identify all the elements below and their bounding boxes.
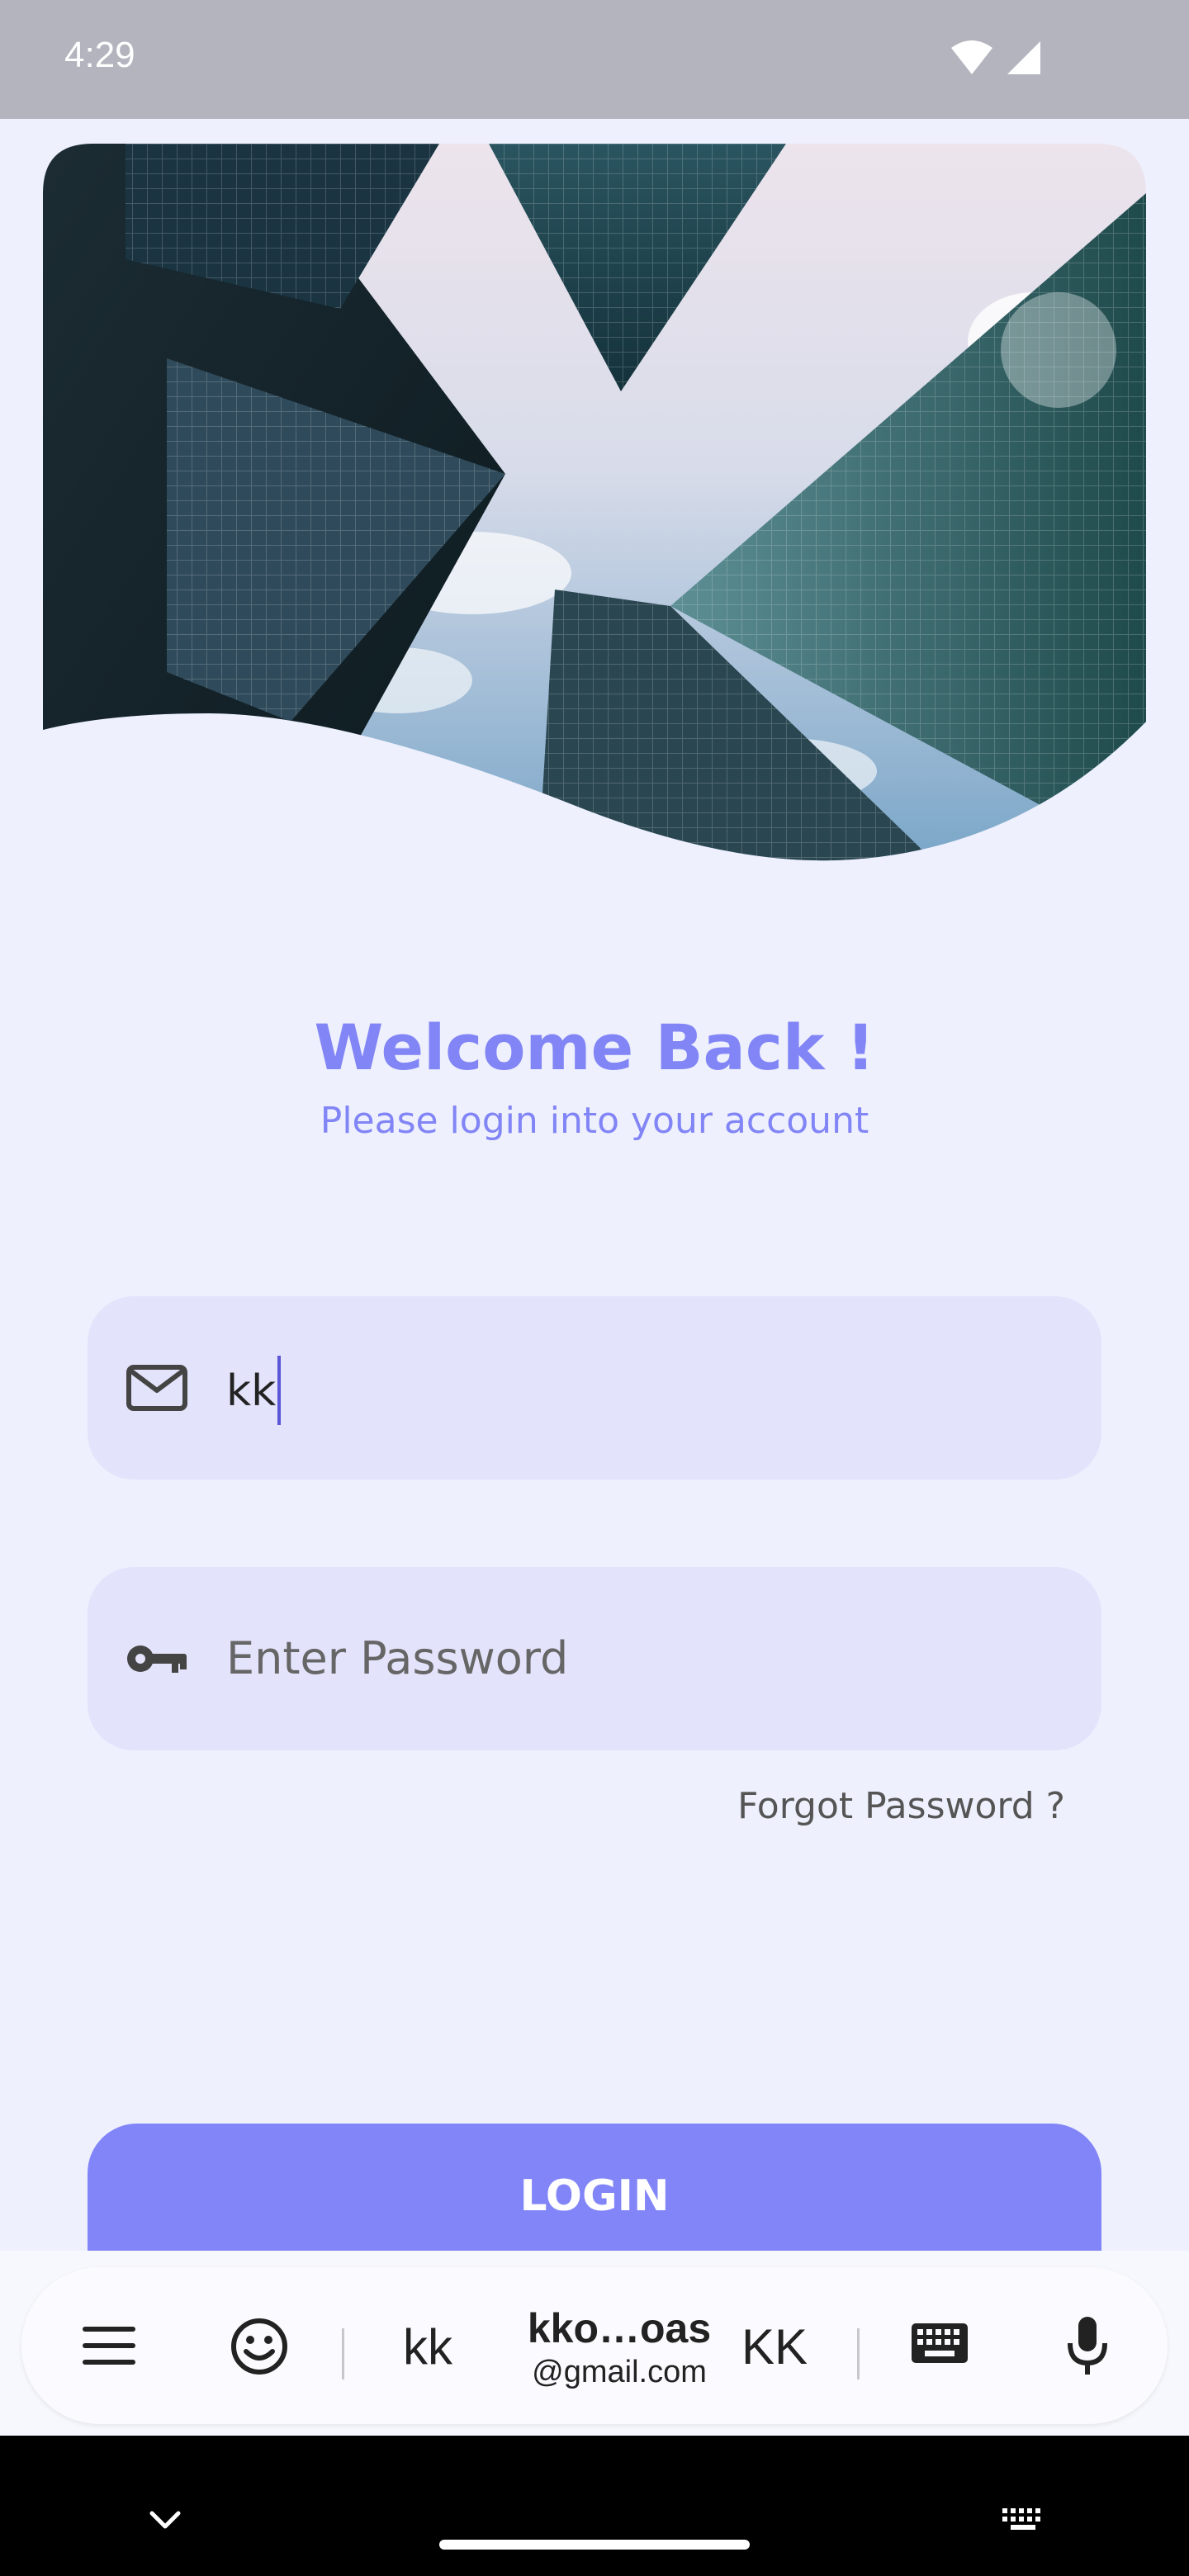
email-field[interactable]: kk [88, 1296, 1101, 1480]
suggestion-center[interactable]: kko…oas @gmail.com [520, 2305, 718, 2393]
wifi-icon [951, 40, 992, 74]
navigation-bar [0, 2436, 1189, 2576]
hero-image [43, 144, 1146, 862]
status-icons [950, 40, 1065, 79]
password-input[interactable]: Enter Password [226, 1630, 568, 1688]
suggestion-left[interactable]: kk [403, 2318, 452, 2375]
menu-icon[interactable] [81, 2323, 137, 2368]
suggestion-center-line2: @gmail.com [532, 2355, 707, 2389]
chevron-down-icon[interactable] [149, 2508, 182, 2531]
forgot-password-link[interactable]: Forgot Password ? [737, 1785, 1065, 1827]
email-input[interactable]: kk [226, 1356, 282, 1425]
text-caret [277, 1356, 282, 1425]
divider [342, 2328, 344, 2379]
status-time: 4:29 [64, 35, 135, 75]
emoji-icon[interactable] [230, 2317, 289, 2376]
keyboard-icon[interactable] [910, 2320, 969, 2368]
status-bar: 4:29 [0, 0, 1189, 119]
keyboard-switch-icon[interactable] [1001, 2505, 1047, 2533]
signal-icon [1007, 41, 1040, 74]
email-value: kk [226, 1366, 277, 1416]
keyboard-suggestion-bar: kk kko…oas @gmail.com KK [21, 2267, 1168, 2424]
mail-icon [126, 1365, 187, 1411]
divider [857, 2328, 860, 2379]
password-field[interactable]: Enter Password [88, 1567, 1101, 1750]
home-handle[interactable] [439, 2540, 750, 2550]
welcome-subtitle: Please login into your account [320, 1100, 869, 1142]
keyboard-toolbar: kk kko…oas @gmail.com KK [0, 2251, 1189, 2436]
mic-icon[interactable] [1063, 2315, 1111, 2378]
suggestion-right[interactable]: KK [741, 2318, 808, 2375]
suggestion-center-line1: kko…oas [527, 2305, 712, 2351]
key-icon [127, 1646, 187, 1673]
welcome-title: Welcome Back ! [314, 1011, 875, 1084]
